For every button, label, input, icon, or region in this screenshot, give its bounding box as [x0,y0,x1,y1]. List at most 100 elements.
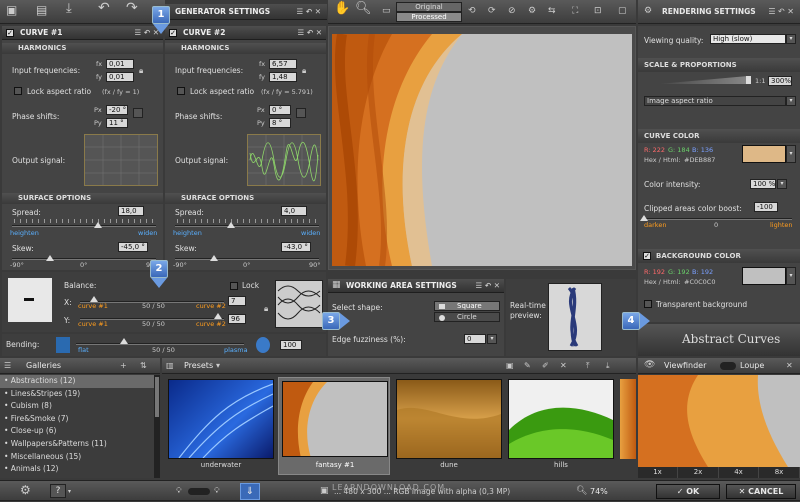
spread-slider[interactable] [175,225,319,227]
cancel-button[interactable]: ✕ CANCEL [726,484,796,499]
preset-hills[interactable]: hills [508,379,614,475]
skew-input[interactable]: -45,0 ° [118,242,148,252]
rotate-right-icon[interactable]: ⟳ [488,6,496,16]
preset-underwater[interactable]: underwater [168,379,274,475]
lock-icon[interactable]: 🔒︎ [302,66,306,76]
scale-thumb[interactable] [746,76,751,84]
zoom-icon[interactable]: 🔍︎ [355,2,372,15]
py-input[interactable]: 11 ° [106,118,128,128]
shape-square-option[interactable]: Square [434,301,500,311]
gear-icon[interactable]: ⚙ [20,484,31,496]
help-icon[interactable]: ? [50,484,66,498]
preset-dune[interactable]: dune [396,379,502,475]
clipped-slider[interactable] [644,218,792,220]
spread-input[interactable]: 18,0 [118,206,144,216]
bending-input[interactable]: 100 [280,340,302,350]
gallery-item[interactable]: • Lines&Stripes (19) [0,388,154,401]
curve2-controls-icon[interactable]: ☰ ↶ ✕ [297,26,322,40]
presets-dropdown-icon[interactable]: ▾ [216,361,220,371]
download-icon[interactable]: ⤓ [66,2,72,15]
quality-select[interactable]: High (slow) [710,34,786,44]
skew-slider[interactable] [12,258,156,260]
gallery-item[interactable]: • Close-up (6) [0,425,154,438]
scale-1to1[interactable]: 1:1 [755,77,765,85]
px-input[interactable]: 0 ° [269,105,291,115]
gallery-item[interactable]: • Abstractions (12) [0,375,154,388]
transparent-checkbox[interactable] [644,300,652,308]
galleries-sort-icon[interactable]: ⇅ [140,361,147,371]
fuzz-dropdown-icon[interactable]: ▾ [487,334,497,344]
spread-input[interactable]: 4,0 [281,206,307,216]
px-input[interactable]: -20 ° [106,105,128,115]
rotate-left-icon[interactable]: ⟲ [468,6,476,16]
skew-thumb[interactable] [210,255,218,261]
phase-link-button[interactable] [133,108,143,118]
spread-thumb[interactable] [227,222,235,228]
spread-slider[interactable] [12,225,156,227]
preset-export-icon[interactable]: ⤓ [606,361,610,371]
bending-thumb[interactable] [120,338,128,344]
curve2-enable-checkbox[interactable]: ✓ [169,29,177,37]
panel-controls-icon[interactable]: ☰ ↶ ✕ [296,4,321,20]
gallery-item[interactable]: • Cubism (8) [0,400,154,413]
aspect-select[interactable]: Image aspect ratio [644,96,786,106]
galleries-scrollbar[interactable] [154,375,160,478]
aspect-dropdown-icon[interactable]: ▾ [786,96,796,106]
settings-icon[interactable]: ⚙ [528,6,536,16]
preset-fantasy-selected[interactable]: fantasy #1 [278,377,390,475]
balance-y-input[interactable]: 96 [228,314,246,324]
zoom-level-button[interactable]: 1x [638,467,678,478]
curve-color-dropdown-icon[interactable]: ▾ [786,145,796,163]
zoom-level-button[interactable]: 2x [679,467,719,478]
fill-icon[interactable]: ⊡ [594,6,602,16]
processed-button[interactable]: Processed [396,12,462,22]
preset-delete-icon[interactable]: ✕ [560,361,567,371]
fit-icon[interactable]: ⛶ [572,6,578,16]
scale-input[interactable]: 300% [768,76,792,86]
fuzz-input[interactable]: 0 [464,334,486,344]
fy-input[interactable]: 0,01 [106,72,134,82]
balance-x-input[interactable]: 7 [228,296,246,306]
ok-button[interactable]: ✓ OK [656,484,720,499]
intensity-dropdown-icon[interactable]: ▾ [777,179,787,189]
lock-aspect-checkbox[interactable] [14,87,22,95]
light-toggle[interactable] [188,488,210,495]
working-area-controls-icon[interactable]: ☰ ↶ ✕ [475,279,500,293]
canvas-area[interactable] [328,26,636,270]
rendering-controls-icon[interactable]: ☰ ↶ ✕ [768,0,794,24]
redo-icon[interactable]: ↷ [126,1,138,15]
galleries-scroll-thumb[interactable] [155,377,159,417]
balance-y-thumb[interactable] [214,313,222,319]
compare-icon[interactable]: ▭ [382,6,391,16]
bending-slider[interactable] [76,343,244,345]
zoom-level-button[interactable]: 8x [760,467,800,478]
lock-icon[interactable]: 🔒︎ [139,66,143,76]
curve1-enable-checkbox[interactable]: ✓ [6,29,14,37]
fx-input[interactable]: 6,57 [269,59,297,69]
quality-dropdown-icon[interactable]: ▾ [786,34,796,44]
preset-partial[interactable] [620,379,636,459]
intensity-input[interactable]: 100 % [750,179,776,189]
phase-link-button[interactable] [296,108,306,118]
preset-new-icon[interactable]: ▣ [506,361,514,371]
scale-slider[interactable] [658,76,748,84]
loupe-label[interactable]: Loupe [740,358,764,374]
gallery-item[interactable]: • Miscellaneous (15) [0,451,154,464]
open-file-icon[interactable]: ▣ [6,4,17,16]
skew-slider[interactable] [175,258,319,260]
undo-icon[interactable]: ↶ [98,1,110,15]
fx-input[interactable]: 0,01 [106,59,134,69]
bg-color-swatch[interactable] [742,267,786,285]
spread-thumb[interactable] [94,222,102,228]
viewfinder-title[interactable]: Viewfinder [664,358,706,374]
bg-color-checkbox[interactable]: ✓ [643,252,651,260]
balance-lock-checkbox[interactable] [230,282,238,290]
flip-icon[interactable]: ⊘ [508,6,516,16]
help-dropdown-icon[interactable]: ▾ [68,487,71,497]
save-preset-icon[interactable]: ▤ [36,4,47,16]
fy-input[interactable]: 1,48 [269,72,297,82]
preset-edit-icon[interactable]: ✎ [524,361,531,371]
preset-rename-icon[interactable]: ✐ [542,361,549,371]
viewfinder-image[interactable] [638,375,800,467]
shape-circle-option[interactable]: Circle [434,312,500,322]
